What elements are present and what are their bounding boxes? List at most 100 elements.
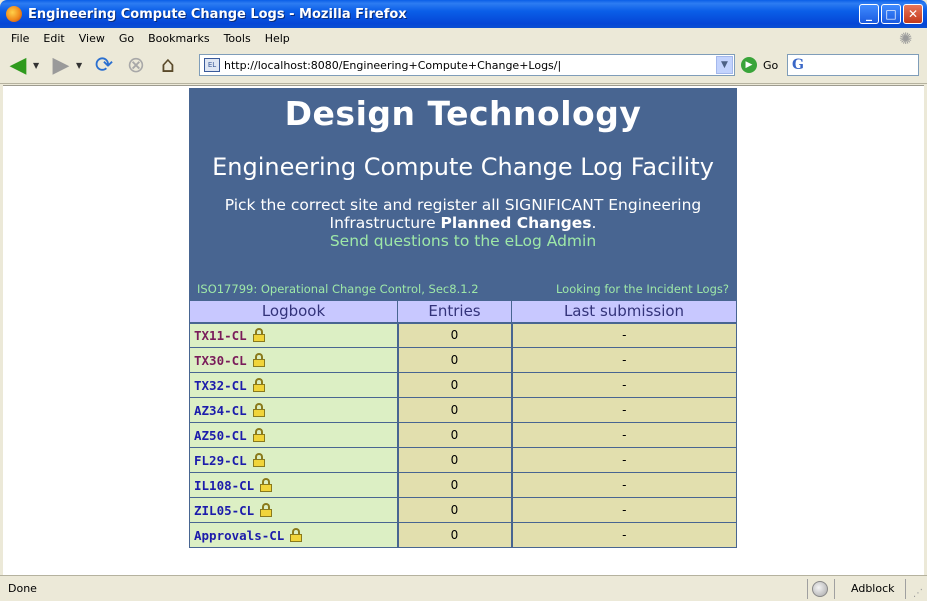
lock-icon [252, 377, 265, 392]
instruction-bold: Planned Changes [440, 214, 592, 232]
maximize-button[interactable]: □ [881, 4, 901, 24]
logbook-link[interactable]: TX32-CL [194, 378, 247, 393]
logbook-link[interactable]: TX11-CL [194, 328, 247, 343]
table-row: FL29-CL 0- [189, 447, 737, 473]
lock-icon [260, 502, 273, 517]
logbook-name-cell: IL108-CL [189, 472, 399, 498]
resize-grip-icon[interactable]: ⋰ [913, 588, 923, 599]
url-input[interactable]: http://localhost:8080/Engineering+Comput… [224, 59, 716, 72]
table-row: AZ50-CL 0- [189, 422, 737, 448]
menu-edit[interactable]: Edit [36, 32, 71, 45]
go-label: Go [763, 58, 779, 72]
table-row: AZ34-CL 0- [189, 397, 737, 423]
header-banner: Design Technology Engineering Compute Ch… [189, 88, 737, 300]
window-titlebar: Engineering Compute Change Logs - Mozill… [0, 0, 927, 28]
entries-cell: 0 [397, 347, 513, 373]
menu-bookmarks[interactable]: Bookmarks [141, 32, 216, 45]
logbook-link[interactable]: ZIL05-CL [194, 503, 254, 518]
admin-link[interactable]: Send questions to the eLog Admin [189, 232, 737, 250]
last-submission-cell: - [511, 422, 737, 448]
menu-go[interactable]: Go [112, 32, 141, 45]
logbook-name-cell: FL29-CL [189, 447, 399, 473]
menu-bar: File Edit View Go Bookmarks Tools Help ✺ [0, 28, 927, 48]
window-title: Engineering Compute Change Logs - Mozill… [28, 6, 407, 22]
entries-cell: 0 [397, 372, 513, 398]
address-bar[interactable]: EL http://localhost:8080/Engineering+Com… [199, 54, 735, 76]
lock-icon [252, 452, 265, 467]
last-submission-cell: - [511, 522, 737, 548]
entries-cell: 0 [397, 322, 513, 348]
forward-arrow-icon[interactable]: ▶ [47, 52, 75, 80]
page-content: Design Technology Engineering Compute Ch… [3, 85, 924, 575]
logbook-link[interactable]: FL29-CL [194, 453, 247, 468]
lock-icon [260, 477, 273, 492]
lock-icon [252, 427, 265, 442]
lock-icon [252, 327, 265, 342]
home-icon[interactable]: ⌂ [154, 52, 182, 80]
menu-help[interactable]: Help [258, 32, 297, 45]
logbook-link[interactable]: IL108-CL [194, 478, 254, 493]
logbook-name-cell: Approvals-CL [189, 522, 399, 548]
throbber-icon: ✺ [899, 29, 913, 48]
entries-cell: 0 [397, 422, 513, 448]
last-submission-cell: - [511, 397, 737, 423]
last-submission-cell: - [511, 447, 737, 473]
go-arrow-icon: ▶ [741, 57, 757, 73]
logbook-table: Logbook Entries Last submission TX11-CL 0… [189, 300, 737, 548]
back-arrow-icon[interactable]: ◀ [4, 52, 32, 80]
entries-cell: 0 [397, 497, 513, 523]
instruction-suffix: . [591, 214, 597, 232]
status-indicator-icon [812, 581, 828, 597]
elog-page: Design Technology Engineering Compute Ch… [189, 88, 737, 548]
last-submission-cell: - [511, 372, 737, 398]
status-separator [807, 579, 808, 599]
lock-icon [252, 352, 265, 367]
logbook-link[interactable]: AZ50-CL [194, 428, 247, 443]
forward-dropdown-icon[interactable]: ▼ [76, 61, 86, 70]
entries-cell: 0 [397, 472, 513, 498]
reload-icon[interactable]: ⟳ [90, 52, 118, 80]
menu-file[interactable]: File [4, 32, 36, 45]
logbook-name-cell: TX30-CL [189, 347, 399, 373]
page-favicon-icon: EL [204, 58, 220, 72]
logbook-link[interactable]: AZ34-CL [194, 403, 247, 418]
logbook-name-cell: AZ34-CL [189, 397, 399, 423]
status-separator [905, 579, 906, 599]
table-row: TX30-CL 0- [189, 347, 737, 373]
back-dropdown-icon[interactable]: ▼ [33, 61, 43, 70]
last-submission-cell: - [511, 322, 737, 348]
instruction-text: Pick the correct site and register all S… [189, 196, 737, 232]
table-row: TX32-CL 0- [189, 372, 737, 398]
status-separator [834, 579, 835, 599]
logbook-name-cell: AZ50-CL [189, 422, 399, 448]
url-dropdown-icon[interactable]: ▼ [716, 56, 733, 74]
logbook-name-cell: TX11-CL [189, 322, 399, 348]
minimize-button[interactable]: _ [859, 4, 879, 24]
col-last-submission: Last submission [511, 300, 737, 324]
go-button[interactable]: ▶ Go [741, 57, 778, 73]
col-logbook: Logbook [189, 300, 398, 324]
iso-link[interactable]: ISO17799: Operational Change Control, Se… [197, 282, 479, 296]
table-row: ZIL05-CL 0- [189, 497, 737, 523]
status-bar: Done Adblock ⋰ [0, 575, 927, 601]
search-input[interactable]: G [787, 54, 919, 76]
last-submission-cell: - [511, 347, 737, 373]
page-title: Design Technology [284, 94, 642, 133]
lock-icon [252, 402, 265, 417]
logbook-link[interactable]: TX30-CL [194, 353, 247, 368]
entries-cell: 0 [397, 397, 513, 423]
logbook-link[interactable]: Approvals-CL [194, 528, 284, 543]
stop-icon[interactable]: ⊗ [122, 52, 150, 80]
menu-view[interactable]: View [72, 32, 112, 45]
incident-logs-link[interactable]: Looking for the Incident Logs? [556, 282, 729, 296]
close-button[interactable]: ✕ [903, 4, 923, 24]
last-submission-cell: - [511, 497, 737, 523]
page-subtitle: Engineering Compute Change Log Facility [212, 153, 714, 181]
entries-cell: 0 [397, 447, 513, 473]
last-submission-cell: - [511, 472, 737, 498]
adblock-button[interactable]: Adblock [851, 582, 895, 595]
menu-tools[interactable]: Tools [217, 32, 258, 45]
google-search-icon[interactable]: G [792, 57, 804, 73]
lock-icon [290, 527, 303, 542]
logbook-name-cell: TX32-CL [189, 372, 399, 398]
